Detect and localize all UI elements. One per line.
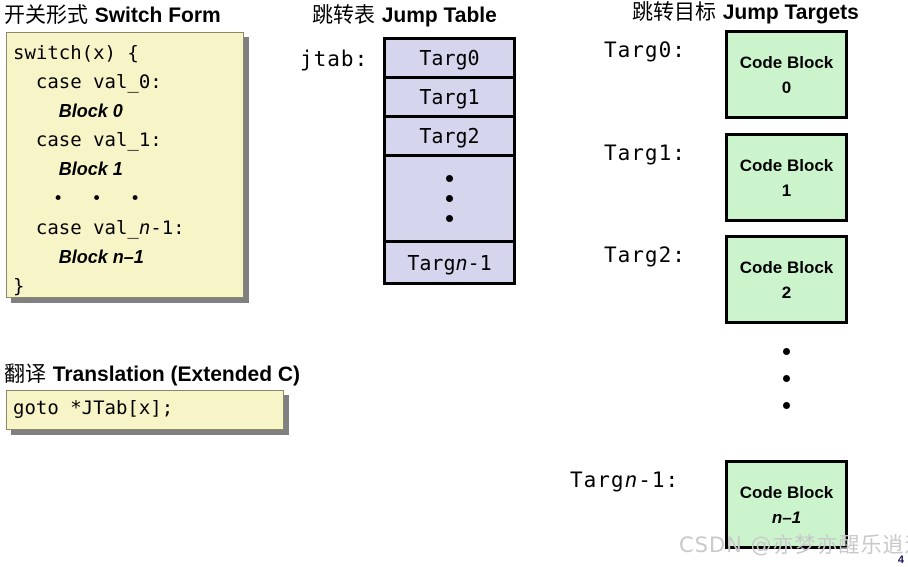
code-block-2-number: 2: [781, 282, 792, 302]
switch-line-1: case val_0:: [13, 71, 162, 93]
jump-table-cell-ellipsis: [386, 157, 513, 243]
jump-table-cell-last-prefix: Targ: [407, 250, 456, 275]
switch-line-7-suffix: –1: [123, 247, 144, 267]
code-block-0-title: Code Block: [739, 52, 834, 72]
horizontal-ellipsis: • • •: [53, 189, 150, 209]
switch-line-7-block: Block: [58, 247, 108, 267]
vertical-ellipsis-dot: [446, 215, 453, 222]
code-block-2-title: Code Block: [739, 257, 834, 277]
code-block-0[interactable]: Code Block 0: [725, 30, 848, 119]
heading-translation-cn: 翻译: [4, 362, 53, 386]
switch-line-6-var: n: [138, 217, 151, 239]
switch-line-3: case val_1:: [13, 129, 162, 151]
heading-jump-targets-en: Jump Targets: [722, 1, 859, 24]
code-block-1[interactable]: Code Block 1: [725, 133, 848, 222]
target-label-0: Targ0:: [604, 38, 686, 62]
jump-table-cell-last-suffix: -1: [467, 250, 492, 275]
switch-line-4: Block 1: [13, 155, 243, 184]
jump-table-pointer-label: jtab:: [300, 47, 369, 71]
switch-line-8: }: [13, 275, 25, 297]
heading-jump-targets-cn: 跳转目标: [632, 0, 723, 24]
jump-table-cell-1[interactable]: Targ1: [386, 79, 513, 118]
target-label-last-var: n: [624, 468, 639, 492]
code-block-1-number: 1: [781, 180, 792, 200]
heading-jump-targets: 跳转目标 Jump Targets: [632, 0, 859, 25]
translation-code-box: goto *JTab[x];: [6, 390, 284, 430]
heading-jump-table-cn: 跳转表: [312, 3, 382, 27]
target-label-last: Targn-1:: [570, 468, 679, 492]
switch-line-ellipsis: • • •: [13, 184, 243, 214]
switch-line-0: switch(x) {: [13, 42, 139, 64]
jump-table: Targ0 Targ1 Targ2 Targ n -1: [383, 37, 516, 285]
code-block-1-title: Code Block: [739, 155, 834, 175]
switch-line-2-block: Block: [58, 101, 108, 121]
jump-targets-vertical-ellipsis: [783, 348, 790, 409]
page-number: 4: [897, 554, 904, 566]
switch-form-code-box: switch(x) { case val_0: Block 0 case val…: [6, 32, 244, 298]
switch-line-4-num: 1: [107, 159, 123, 179]
code-block-2[interactable]: Code Block 2: [725, 235, 848, 324]
switch-line-6-case: case val_: [13, 217, 139, 239]
slide-canvas: 开关形式 Switch Form switch(x) { case val_0:…: [0, 0, 908, 567]
target-label-2: Targ2:: [604, 243, 686, 267]
code-block-0-number: 0: [781, 77, 792, 97]
vertical-ellipsis-dot: [783, 375, 790, 382]
jump-table-cell-last[interactable]: Targ n -1: [386, 243, 513, 282]
jump-table-cell-last-var: n: [455, 250, 468, 275]
vertical-ellipsis-dot: [446, 175, 453, 182]
switch-line-7-var: n: [107, 247, 124, 267]
target-label-last-suffix: -1:: [638, 468, 680, 492]
switch-line-6: case val_n-1:: [13, 214, 243, 243]
heading-switch-form-en: Switch Form: [94, 4, 221, 27]
heading-translation-en: Translation (Extended C): [52, 363, 301, 386]
jump-table-cell-2[interactable]: Targ2: [386, 118, 513, 157]
jump-table-cell-0[interactable]: Targ0: [386, 40, 513, 79]
switch-line-4-block: Block: [58, 159, 108, 179]
target-label-1: Targ1:: [604, 141, 686, 165]
heading-jump-table-en: Jump Table: [381, 4, 497, 27]
switch-line-7: Block n–1: [13, 243, 243, 272]
switch-line-2-num: 0: [107, 101, 123, 121]
heading-switch-form: 开关形式 Switch Form: [4, 3, 221, 28]
switch-line-7-indent: [13, 246, 59, 268]
csdn-watermark: CSDN @亦梦亦醒乐逍遥: [679, 533, 908, 557]
heading-translation: 翻译 Translation (Extended C): [4, 362, 300, 387]
switch-line-4-indent: [13, 158, 59, 180]
code-block-last-title: Code Block: [739, 482, 834, 502]
vertical-ellipsis-dot: [783, 348, 790, 355]
code-block-last-number: n–1: [771, 507, 802, 527]
heading-jump-table: 跳转表 Jump Table: [312, 3, 497, 28]
heading-switch-form-cn: 开关形式: [4, 3, 95, 27]
target-label-last-prefix: Targ: [570, 468, 625, 492]
translation-code-line: goto *JTab[x];: [13, 397, 174, 419]
switch-line-2-indent: [13, 100, 59, 122]
switch-line-2: Block 0: [13, 97, 243, 126]
switch-line-6-suffix: -1:: [150, 217, 185, 239]
vertical-ellipsis-dot: [446, 195, 453, 202]
vertical-ellipsis-dot: [783, 402, 790, 409]
